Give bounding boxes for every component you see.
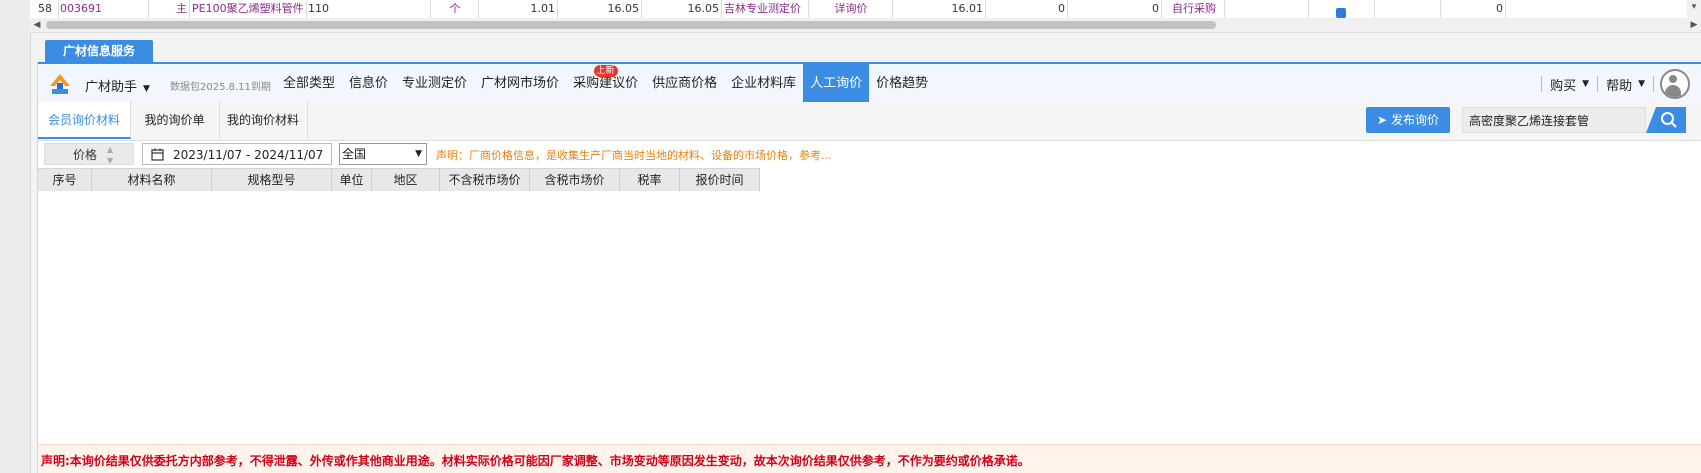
nav-item-enterprise-lib[interactable]: 企业材料库	[724, 64, 803, 104]
row-unit: 个	[432, 0, 479, 18]
assistant-menu[interactable]: 广材助手 ▼	[85, 76, 150, 95]
col-region[interactable]: 地区	[372, 169, 440, 191]
row-blank-2	[1310, 0, 1375, 18]
col-quote-time[interactable]: 报价时间	[680, 169, 760, 191]
table-header: 序号 材料名称 规格型号 单位 地区 不含税市场价 含税市场价 税率 报价时间	[38, 168, 760, 192]
nav-item-info-price[interactable]: 信息价	[342, 64, 395, 104]
row-value-2: 0	[1070, 0, 1162, 18]
help-menu[interactable]: 帮助 ▼	[1598, 75, 1653, 94]
tab-my-inquiry-materials[interactable]: 我的询价材料	[219, 102, 308, 139]
user-avatar-icon[interactable]	[1660, 69, 1690, 99]
row-type: 主	[150, 0, 190, 18]
col-price-incl-tax[interactable]: 含税市场价	[530, 169, 620, 191]
sub-tabs: 会员询价材料 我的询价单 我的询价材料	[38, 102, 1701, 141]
row-qty: 1.01	[480, 0, 558, 18]
nav-item-pro-price[interactable]: 专业测定价	[395, 64, 474, 104]
row-code: 003691	[60, 0, 149, 18]
row-price-2: 16.05	[644, 0, 722, 18]
col-material-name[interactable]: 材料名称	[92, 169, 212, 191]
scroll-right-icon[interactable]: ▶	[1687, 18, 1701, 32]
divider	[1653, 76, 1654, 92]
nav-item-price-trend[interactable]: 价格趋势	[869, 64, 935, 104]
price-sort-button[interactable]: 价格 ▲ ▼	[44, 143, 134, 165]
chevron-down-icon: ▼	[1582, 79, 1590, 89]
search-icon	[1661, 112, 1677, 128]
calendar-icon	[151, 148, 164, 161]
nav-right: 购买 ▼ 帮助 ▼	[1541, 64, 1701, 104]
sort-icon: ▲ ▼	[107, 145, 114, 165]
col-price-excl-tax[interactable]: 不含税市场价	[440, 169, 530, 191]
publish-inquiry-button[interactable]: ➤ 发布询价	[1366, 107, 1450, 133]
region-select[interactable]: 全国 ▼	[339, 143, 427, 165]
data-package-expiry: 数据包2025.8.11到期	[170, 82, 271, 93]
row-blank-3	[1376, 0, 1441, 18]
nav-item-supplier-price[interactable]: 供应商价格	[645, 64, 724, 104]
nav-item-purchase-suggest[interactable]: 上新 采购建议价	[566, 64, 645, 104]
background-table-row: 58 003691 主 PE100聚乙烯塑料管件 90° 110 个 1.01 …	[30, 0, 1701, 19]
logo-icon	[50, 74, 70, 94]
row-blank-1	[1226, 0, 1309, 18]
search-input[interactable]: 高密度聚乙烯连接套管	[1462, 107, 1646, 133]
table-body	[38, 191, 1701, 444]
scroll-thumb[interactable]	[46, 21, 1216, 29]
row-value-3: 0	[1442, 0, 1506, 18]
tab-member-inquiry[interactable]: 会员询价材料	[38, 102, 131, 139]
row-spec: 110	[308, 0, 431, 18]
row-price-3: 16.01	[894, 0, 986, 18]
row-index: 58	[38, 0, 59, 18]
disclaimer: 声明:本询价结果仅供委托方内部参考，不得泄露、外传或作其他商业用途。材料实际价格…	[38, 444, 1701, 473]
main-nav: 广材助手 ▼ 数据包2025.8.11到期 全部类型 信息价 专业测定价 广材网市…	[38, 62, 1701, 106]
buy-menu[interactable]: 购买 ▼	[1542, 75, 1597, 94]
new-badge: 上新	[593, 65, 618, 77]
row-name: PE100聚乙烯塑料管件 90°	[192, 0, 307, 18]
price-notice: 声明：厂商价格信息，是收集生产厂商当时当地的材料、设备的市场价格，参考...	[436, 149, 832, 162]
vscroll-arrow[interactable]: ▾	[1687, 0, 1701, 18]
assistant-label: 广材助手	[85, 80, 138, 95]
send-icon: ➤	[1376, 113, 1388, 127]
row-source: 吉林专业测定价	[724, 0, 809, 18]
service-panel: 广材助手 ▼ 数据包2025.8.11到期 全部类型 信息价 专业测定价 广材网市…	[37, 62, 1701, 473]
date-range-picker[interactable]: 2023/11/07 - 2024/11/07	[142, 143, 332, 165]
col-index[interactable]: 序号	[38, 169, 92, 191]
chevron-down-icon: ▼	[143, 84, 150, 94]
chevron-down-icon: ▼	[1638, 79, 1645, 89]
horizontal-scrollbar[interactable]: ◀ ▶	[30, 18, 1701, 33]
nav-item-market-price[interactable]: 广材网市场价	[474, 64, 566, 104]
row-value-1: 0	[988, 0, 1068, 18]
row-purchase: 自行采购	[1164, 0, 1225, 18]
scroll-left-icon[interactable]: ◀	[30, 18, 44, 32]
nav-item-manual-inquiry[interactable]: 人工询价	[803, 64, 870, 104]
col-spec[interactable]: 规格型号	[212, 169, 332, 191]
row-price-1: 16.05	[560, 0, 642, 18]
tab-my-inquiries[interactable]: 我的询价单	[130, 102, 220, 139]
col-tax-rate[interactable]: 税率	[620, 169, 680, 191]
left-gutter	[0, 0, 31, 473]
service-tab[interactable]: 广材信息服务	[45, 40, 153, 62]
nav-items: 全部类型 信息价 专业测定价 广材网市场价 上新 采购建议价 供应商价格 企业材料…	[276, 64, 935, 104]
nav-item-all-types[interactable]: 全部类型	[276, 64, 342, 104]
filter-bar: 价格 ▲ ▼ 2023/11/07 - 2024/11/07 全国 ▼ 声明：厂商价…	[38, 140, 1701, 168]
chevron-down-icon: ▼	[415, 149, 422, 159]
row-inquiry[interactable]: 详询价	[810, 0, 893, 18]
col-unit[interactable]: 单位	[332, 169, 372, 191]
